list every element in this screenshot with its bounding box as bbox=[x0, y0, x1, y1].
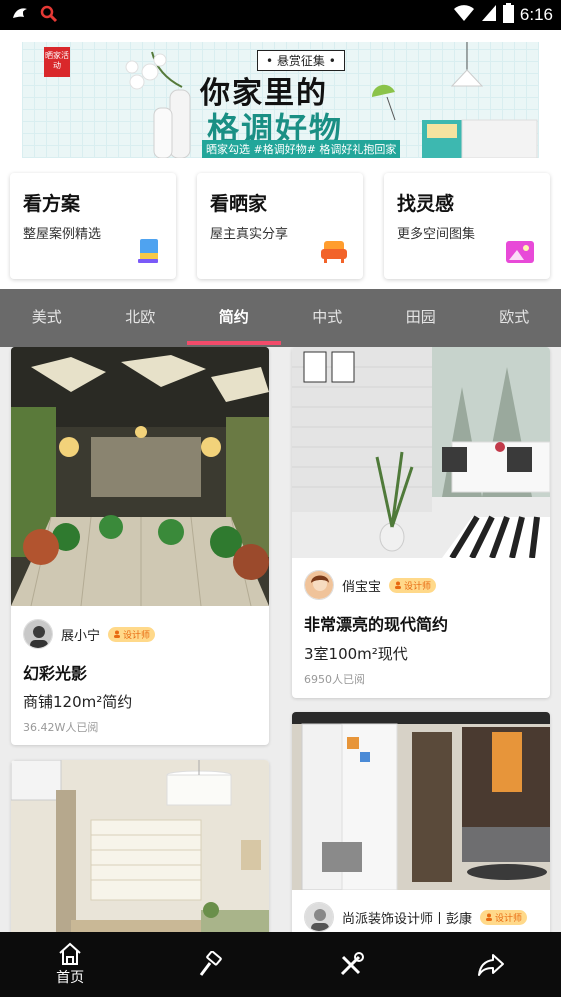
designer-badge: 设计师 bbox=[389, 577, 437, 593]
battery-icon bbox=[502, 3, 514, 27]
wifi-icon bbox=[453, 4, 475, 26]
banner-footer: 晒家勾选 #格调好物# 格调好礼抱回家 bbox=[202, 140, 401, 158]
case-spec: 商铺120m²简约 bbox=[23, 693, 133, 711]
avatar bbox=[304, 902, 334, 932]
home-icon bbox=[59, 942, 81, 965]
tab-minimalist[interactable]: 简约 bbox=[187, 289, 281, 347]
case-card[interactable]: 俏宝宝 设计师 非常漂亮的现代简约 3室100m²现代 6950人已阅 bbox=[292, 347, 550, 698]
gallery-icon bbox=[506, 241, 534, 267]
quick-card-subtitle: 屋主真实分享 bbox=[210, 227, 289, 242]
tools-icon bbox=[340, 951, 364, 975]
quick-card-title: 看方案 bbox=[23, 193, 81, 215]
quick-links: 看方案 整屋案例精选 看晒家 屋主真实分享 找灵感 更多空间图集 bbox=[10, 173, 551, 279]
clock: 6:16 bbox=[519, 5, 553, 24]
nav-home-label: 首页 bbox=[56, 970, 85, 986]
case-card[interactable]: 尚派装饰设计师丨彭康 设计师 bbox=[292, 712, 550, 932]
case-views: 36.42W人已阅 bbox=[23, 721, 99, 734]
green-lamp-illustration bbox=[371, 84, 396, 121]
author-name: 展小宁 bbox=[61, 628, 101, 644]
promo-banner[interactable]: 晒家活动 • 悬赏征集 • 你家里的 格调好物 晒家勾选 #格调好物# 格调好礼… bbox=[22, 42, 539, 158]
sofa-icon bbox=[321, 239, 347, 267]
quick-card-plans[interactable]: 看方案 整屋案例精选 bbox=[10, 173, 176, 279]
quick-card-showcase[interactable]: 看晒家 屋主真实分享 bbox=[197, 173, 363, 279]
badge-label: 设计师 bbox=[123, 630, 151, 641]
brush-icon bbox=[200, 950, 223, 976]
quick-card-title: 看晒家 bbox=[210, 193, 268, 215]
banner-tag: 晒家活动 bbox=[44, 47, 70, 77]
person-icon bbox=[114, 630, 121, 638]
avatar bbox=[23, 619, 53, 649]
tab-pastoral[interactable]: 田园 bbox=[374, 289, 468, 347]
case-title: 非常漂亮的现代简约 bbox=[304, 615, 449, 634]
author-name: 尚派装饰设计师丨彭康 bbox=[342, 911, 473, 927]
case-author[interactable]: 俏宝宝 设计师 bbox=[304, 570, 437, 600]
status-bar: 6:16 bbox=[0, 0, 561, 30]
vase-illustration bbox=[125, 51, 191, 158]
style-tabs: 美式 北欧 简约 中式 田园 欧式 bbox=[0, 289, 561, 347]
person-icon bbox=[395, 581, 402, 589]
case-photo bbox=[11, 347, 269, 606]
case-title: 幻彩光影 bbox=[23, 664, 88, 683]
nav-tools[interactable] bbox=[281, 932, 421, 997]
badge-label: 设计师 bbox=[404, 581, 432, 592]
designer-badge: 设计师 bbox=[108, 626, 156, 642]
quick-card-subtitle: 更多空间图集 bbox=[397, 227, 476, 242]
case-photo bbox=[292, 347, 550, 558]
case-feed: 展小宁 设计师 幻彩光影 商铺120m²简约 36.42W人已阅 俏宝宝 设计师… bbox=[0, 347, 561, 932]
case-spec: 3室100m²现代 bbox=[304, 645, 408, 663]
author-name: 俏宝宝 bbox=[342, 579, 382, 595]
share-icon bbox=[477, 953, 504, 976]
header-area: 晒家活动 • 悬赏征集 • 你家里的 格调好物 晒家勾选 #格调好物# 格调好礼… bbox=[0, 30, 561, 289]
app-notification-icon bbox=[10, 4, 30, 28]
tab-nordic[interactable]: 北欧 bbox=[94, 289, 188, 347]
case-author[interactable]: 展小宁 设计师 bbox=[23, 619, 156, 649]
case-photo bbox=[11, 760, 269, 932]
nav-share[interactable] bbox=[421, 932, 561, 997]
case-card[interactable] bbox=[11, 760, 269, 932]
tab-chinese[interactable]: 中式 bbox=[281, 289, 375, 347]
lamp-illustration bbox=[422, 42, 538, 158]
person-icon bbox=[486, 913, 493, 921]
quick-card-inspiration[interactable]: 找灵感 更多空间图集 bbox=[384, 173, 550, 279]
book-icon bbox=[138, 239, 160, 267]
quick-card-title: 找灵感 bbox=[397, 193, 455, 215]
avatar bbox=[304, 570, 334, 600]
badge-label: 设计师 bbox=[495, 913, 523, 924]
search-icon bbox=[40, 5, 58, 27]
case-author[interactable]: 尚派装饰设计师丨彭康 设计师 bbox=[304, 902, 528, 932]
case-card[interactable]: 展小宁 设计师 幻彩光影 商铺120m²简约 36.42W人已阅 bbox=[11, 347, 269, 745]
bottom-nav: 首页 bbox=[0, 932, 561, 997]
case-views: 6950人已阅 bbox=[304, 673, 365, 686]
tab-american[interactable]: 美式 bbox=[0, 289, 94, 347]
nav-home[interactable]: 首页 bbox=[0, 932, 140, 997]
tab-european[interactable]: 欧式 bbox=[468, 289, 561, 347]
quick-card-subtitle: 整屋案例精选 bbox=[23, 227, 102, 242]
nav-decor[interactable] bbox=[140, 932, 280, 997]
signal-icon bbox=[481, 4, 497, 26]
designer-badge: 设计师 bbox=[480, 909, 528, 925]
case-photo bbox=[292, 712, 550, 890]
